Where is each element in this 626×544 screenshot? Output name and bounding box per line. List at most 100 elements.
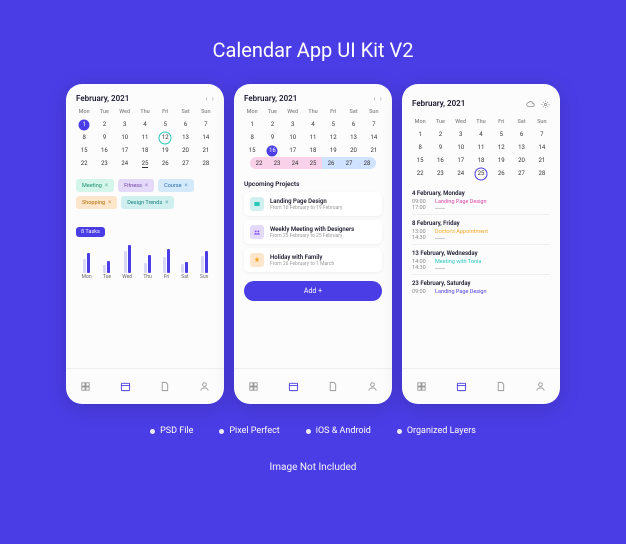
tag-remove-icon[interactable]: ×	[165, 199, 168, 206]
project-card[interactable]: Landing Page DesignFrom 16 February to 1…	[244, 192, 382, 216]
nav-home-icon[interactable]	[416, 377, 427, 396]
date-cell[interactable]: 9	[262, 131, 282, 144]
date-cell[interactable]: 28	[532, 167, 552, 180]
event-line[interactable]: 17:00	[412, 205, 550, 211]
date-cell[interactable]: 2	[262, 118, 282, 131]
date-cell[interactable]: 18	[135, 144, 155, 157]
date-cell[interactable]: 9	[94, 131, 114, 144]
date-cell[interactable]: 17	[115, 144, 135, 157]
tag-remove-icon[interactable]: ×	[105, 182, 108, 189]
event-line[interactable]: 09:00Landing Page Design	[412, 289, 550, 295]
date-cell[interactable]: 20	[511, 154, 531, 167]
date-cell[interactable]: 11	[303, 131, 323, 144]
date-cell[interactable]: 23	[430, 167, 450, 180]
date-cell[interactable]: 12	[155, 131, 175, 144]
prev-month-icon[interactable]: ‹	[373, 94, 375, 103]
tag-remove-icon[interactable]: ×	[145, 182, 148, 189]
date-cell[interactable]: 10	[451, 141, 471, 154]
date-cell[interactable]: 14	[364, 131, 384, 144]
date-cell[interactable]: 6	[343, 118, 363, 131]
nav-profile-icon[interactable]	[367, 377, 378, 396]
event-line[interactable]: 14:30	[412, 265, 550, 271]
date-cell[interactable]: 4	[303, 118, 323, 131]
date-cell[interactable]: 16	[262, 144, 282, 157]
date-cell[interactable]: 5	[323, 118, 343, 131]
date-cell[interactable]: 10	[115, 131, 135, 144]
date-cell[interactable]: 1	[74, 118, 94, 131]
date-cell[interactable]: 14	[196, 131, 216, 144]
date-cell[interactable]: 23	[94, 157, 114, 170]
date-cell[interactable]: 2	[94, 118, 114, 131]
date-cell[interactable]: 22	[410, 167, 430, 180]
date-cell[interactable]: 8	[74, 131, 94, 144]
date-cell[interactable]: 15	[410, 154, 430, 167]
date-cell[interactable]: 15	[74, 144, 94, 157]
date-range-cell[interactable]: 22	[250, 157, 268, 169]
date-cell[interactable]: 18	[303, 144, 323, 157]
date-cell[interactable]: 7	[532, 128, 552, 141]
tag-shopping[interactable]: Shopping×	[76, 196, 117, 209]
add-button[interactable]: Add +	[244, 281, 382, 301]
date-range-cell[interactable]: 24	[286, 157, 304, 169]
tag-design-trends[interactable]: Design Trends×	[121, 196, 174, 209]
date-cell[interactable]: 7	[196, 118, 216, 131]
nav-home-icon[interactable]	[80, 377, 91, 396]
date-cell[interactable]: 12	[323, 131, 343, 144]
date-cell[interactable]: 19	[155, 144, 175, 157]
date-cell[interactable]: 17	[283, 144, 303, 157]
date-cell[interactable]: 21	[196, 144, 216, 157]
date-cell[interactable]: 20	[175, 144, 195, 157]
date-cell[interactable]: 27	[511, 167, 531, 180]
date-cell[interactable]: 21	[364, 144, 384, 157]
date-range-cell[interactable]: 26	[322, 157, 340, 169]
date-cell[interactable]: 25	[135, 157, 155, 170]
tag-meeting[interactable]: Meeting×	[76, 179, 114, 192]
nav-home-icon[interactable]	[248, 377, 259, 396]
date-cell[interactable]: 8	[242, 131, 262, 144]
date-cell[interactable]: 28	[196, 157, 216, 170]
date-cell[interactable]: 14	[532, 141, 552, 154]
tag-remove-icon[interactable]: ×	[108, 199, 111, 206]
date-cell[interactable]: 2	[430, 128, 450, 141]
date-cell[interactable]: 16	[430, 154, 450, 167]
prev-month-icon[interactable]: ‹	[205, 94, 207, 103]
nav-calendar-icon[interactable]	[120, 377, 131, 396]
date-cell[interactable]: 19	[491, 154, 511, 167]
date-cell[interactable]: 9	[430, 141, 450, 154]
date-cell[interactable]: 8	[410, 141, 430, 154]
gear-icon[interactable]	[541, 94, 550, 113]
date-cell[interactable]: 17	[451, 154, 471, 167]
date-cell[interactable]: 24	[451, 167, 471, 180]
date-cell[interactable]: 27	[175, 157, 195, 170]
date-cell[interactable]: 7	[364, 118, 384, 131]
date-cell[interactable]: 10	[283, 131, 303, 144]
date-cell[interactable]: 1	[410, 128, 430, 141]
next-month-icon[interactable]: ›	[212, 94, 214, 103]
date-cell[interactable]: 13	[175, 131, 195, 144]
nav-calendar-icon[interactable]	[288, 377, 299, 396]
date-cell[interactable]: 18	[471, 154, 491, 167]
date-cell[interactable]: 26	[155, 157, 175, 170]
date-cell[interactable]: 20	[343, 144, 363, 157]
tag-course[interactable]: Course×	[158, 179, 194, 192]
date-cell[interactable]: 3	[115, 118, 135, 131]
next-month-icon[interactable]: ›	[380, 94, 382, 103]
nav-doc-icon[interactable]	[327, 377, 338, 396]
date-cell[interactable]: 15	[242, 144, 262, 157]
date-cell[interactable]: 26	[491, 167, 511, 180]
date-cell[interactable]: 3	[283, 118, 303, 131]
date-cell[interactable]: 21	[532, 154, 552, 167]
date-cell[interactable]: 25	[471, 167, 491, 180]
date-cell[interactable]: 6	[511, 128, 531, 141]
date-cell[interactable]: 11	[471, 141, 491, 154]
event-line[interactable]: 14:30	[412, 235, 550, 241]
nav-doc-icon[interactable]	[159, 377, 170, 396]
date-cell[interactable]: 13	[343, 131, 363, 144]
date-cell[interactable]: 11	[135, 131, 155, 144]
date-cell[interactable]: 16	[94, 144, 114, 157]
date-range-cell[interactable]: 28	[358, 157, 376, 169]
date-cell[interactable]: 4	[471, 128, 491, 141]
nav-doc-icon[interactable]	[495, 377, 506, 396]
nav-profile-icon[interactable]	[535, 377, 546, 396]
project-card[interactable]: Holiday with FamilyFrom 26 February to 1…	[244, 248, 382, 272]
